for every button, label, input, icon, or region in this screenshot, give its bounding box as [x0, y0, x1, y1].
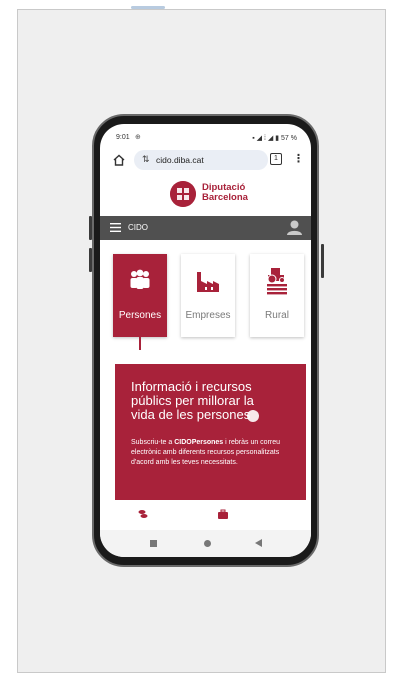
category-label-empreses: Empreses — [185, 310, 231, 321]
hero-banner: Informació i recursos públics per millor… — [115, 364, 306, 500]
category-label-rural: Rural — [265, 310, 289, 321]
hamburger-menu-icon[interactable] — [110, 223, 121, 232]
status-icons: ▪ ◢ ⁞ ◢ ▮ 57 % — [252, 135, 297, 142]
phone-frame: 9:01 ⊕ ▪ ◢ ⁞ ◢ ▮ 57 % ⇅ cido.diba.cat 1 … — [89, 114, 324, 567]
site-header: Diputació Barcelona — [100, 178, 311, 214]
tabs-button[interactable]: 1 — [270, 153, 282, 165]
coins-icon[interactable] — [137, 508, 149, 520]
active-category-pointer — [139, 336, 141, 350]
status-time: 9:01 — [116, 134, 130, 141]
power-button — [321, 244, 324, 278]
tractor-icon — [267, 268, 287, 295]
battery-level: 57 % — [281, 135, 297, 142]
people-icon — [130, 269, 150, 289]
recents-button[interactable] — [150, 540, 157, 547]
hero-text-bold: CIDOPersones — [174, 439, 224, 446]
category-empreses[interactable]: Empreses — [181, 254, 235, 337]
status-bar: 9:01 ⊕ ▪ ◢ ⁞ ◢ ▮ 57 % — [100, 124, 311, 144]
main-nav: CIDO — [100, 216, 311, 240]
brand-name: Diputació Barcelona — [202, 183, 248, 203]
hero-text-prefix: Subscriu-te a — [131, 439, 175, 446]
brand-line-2: Barcelona — [202, 192, 248, 203]
system-nav-bar — [100, 530, 311, 557]
phone-screen: 9:01 ⊕ ▪ ◢ ⁞ ◢ ▮ 57 % ⇅ cido.diba.cat 1 … — [100, 124, 311, 557]
briefcase-icon[interactable] — [217, 508, 229, 520]
category-label-persones: Persones — [118, 310, 162, 321]
category-persones[interactable]: Persones — [113, 254, 167, 337]
content-strip — [115, 500, 306, 528]
user-icon[interactable] — [286, 219, 303, 236]
volume-button-2 — [89, 248, 92, 272]
home-button[interactable] — [204, 540, 211, 547]
more-menu-icon[interactable]: ⋮ — [293, 152, 304, 165]
nav-title[interactable]: CIDO — [128, 223, 148, 232]
url-bar[interactable]: ⇅ cido.diba.cat — [134, 150, 268, 170]
category-selector: Persones Empreses Rural — [100, 254, 311, 344]
home-icon[interactable] — [112, 153, 126, 167]
factory-icon — [197, 272, 219, 292]
hero-description: Subscriu-te a CIDOPersones i rebràs un c… — [131, 438, 291, 468]
browser-toolbar: ⇅ cido.diba.cat 1 ⋮ — [100, 148, 311, 172]
url-text: cido.diba.cat — [156, 155, 204, 165]
back-button[interactable] — [255, 539, 262, 547]
site-settings-icon[interactable]: ⇅ — [142, 154, 150, 165]
volume-button — [89, 216, 92, 240]
category-rural[interactable]: Rural — [250, 254, 304, 337]
chat-bubble-icon[interactable] — [247, 410, 259, 422]
settings-status-icon: ⊕ — [135, 134, 141, 141]
diputacio-logo[interactable] — [170, 181, 196, 207]
